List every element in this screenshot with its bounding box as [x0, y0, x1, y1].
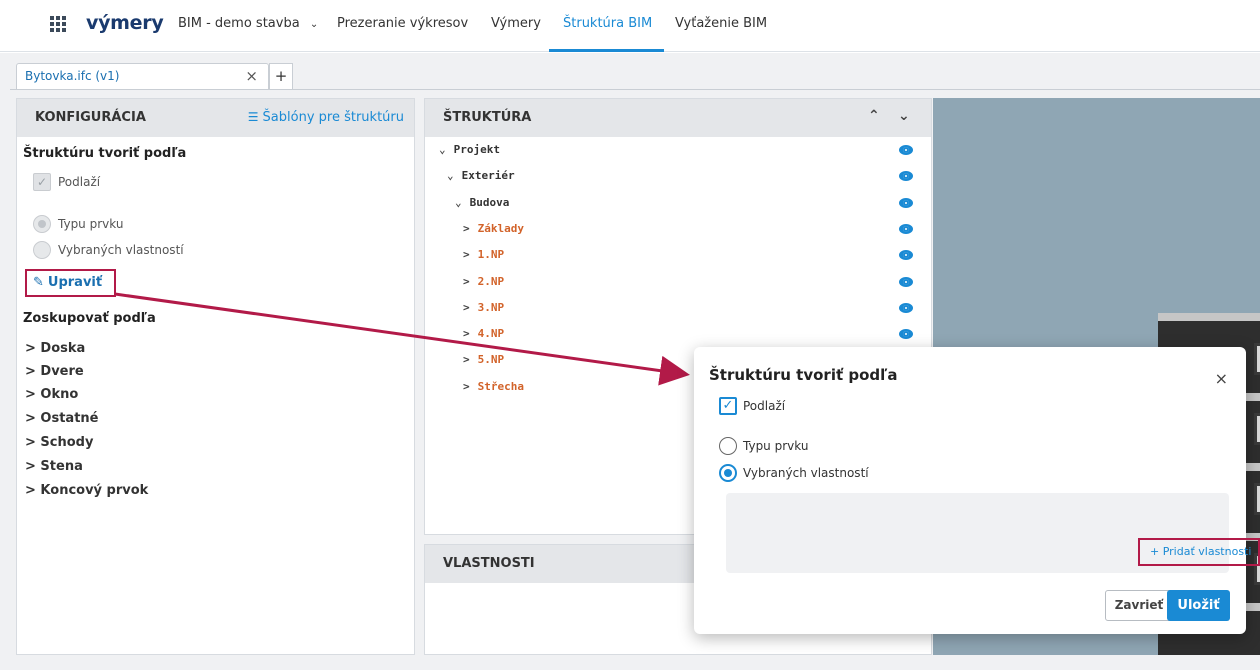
chevron-right-icon: > — [463, 274, 470, 288]
tree-node[interactable]: > Střecha — [463, 380, 524, 393]
type-label: Typu prvku — [58, 217, 124, 231]
close-icon[interactable]: × — [1215, 369, 1228, 388]
properties-title: VLASTNOSTI — [443, 556, 535, 571]
configuration-header: KONFIGURÁCIA ☰ Šablóny pre štruktúru — [17, 99, 414, 137]
modal-title: Štruktúru tvoriť podľa — [709, 366, 898, 384]
chevron-right-icon: > — [463, 221, 470, 235]
chevron-right-icon: > — [463, 248, 470, 262]
cancel-button[interactable]: Zavrieť — [1105, 590, 1173, 621]
templates-link-label: Šablóny pre štruktúru — [262, 110, 404, 125]
visibility-eye-icon[interactable] — [899, 302, 913, 313]
expand-all-icon[interactable]: ⌄ — [898, 108, 910, 124]
chevron-down-icon: ⌄ — [309, 19, 319, 30]
chevron-right-icon: > — [463, 353, 470, 367]
tree-node-label: 4.NP — [477, 327, 505, 341]
project-selector[interactable]: BIM - demo stavba ⌄ — [178, 16, 318, 31]
chevron-down-icon: ⌄ — [439, 143, 446, 156]
nav-item-quantities[interactable]: Výmery — [491, 16, 541, 31]
nav-item-bim-structure[interactable]: Štruktúra BIM — [563, 16, 652, 31]
pencil-icon: ✎ — [33, 275, 44, 290]
tree-node[interactable]: ⌄ Budova — [455, 196, 509, 209]
tree-node[interactable]: >5.NP — [463, 353, 504, 366]
tree-node[interactable]: >3.NP — [463, 301, 504, 314]
tree-node[interactable]: > Základy — [463, 222, 524, 235]
brand-logo[interactable]: výmery — [86, 12, 164, 34]
add-properties-link[interactable]: + Pridať vlastnosti — [1138, 538, 1260, 566]
group-item-okno[interactable]: > Okno — [25, 387, 78, 402]
tree-node-label: 3.NP — [477, 300, 505, 314]
visibility-eye-icon[interactable] — [899, 223, 913, 234]
active-tab-underline — [549, 49, 664, 52]
tree-node[interactable]: >2.NP — [463, 275, 504, 288]
visibility-eye-icon[interactable] — [899, 145, 913, 155]
configuration-title: KONFIGURÁCIA — [35, 110, 146, 125]
props-radio-disabled — [33, 241, 51, 259]
props-label: Vybraných vlastností — [58, 243, 184, 257]
edit-button[interactable]: ✎ Upraviť — [25, 269, 116, 297]
tree-node-label: Budova — [469, 195, 510, 209]
file-tab-name: Bytovka.ifc (v1) — [25, 69, 120, 83]
tree-node-label: 2.NP — [477, 274, 505, 288]
structure-title: ŠTRUKTÚRA — [443, 110, 532, 125]
top-navbar: výmery BIM - demo stavba ⌄ Prezeranie vý… — [0, 0, 1260, 52]
tree-node-label: 5.NP — [477, 353, 505, 367]
chevron-right-icon: > — [463, 300, 470, 314]
group-item-ostatne[interactable]: > Ostatné — [25, 411, 98, 426]
visibility-eye-icon[interactable] — [899, 197, 913, 208]
visibility-eye-icon[interactable] — [899, 171, 913, 182]
templates-link[interactable]: ☰ Šablóny pre štruktúru — [248, 110, 404, 125]
props-radio[interactable] — [719, 464, 737, 482]
chevron-down-icon: ⌄ — [447, 169, 454, 183]
save-button[interactable]: Uložiť — [1167, 590, 1230, 621]
visibility-eye-icon[interactable] — [899, 329, 913, 340]
collapse-all-icon[interactable]: ⌃ — [868, 108, 880, 124]
edit-button-label: Upraviť — [47, 275, 103, 290]
group-item-stena[interactable]: > Stena — [25, 459, 83, 474]
floors-checkbox[interactable]: ✓ — [719, 397, 737, 415]
chevron-right-icon: > — [463, 379, 470, 393]
tree-node[interactable]: >4.NP — [463, 327, 504, 340]
tree-node-label: Základy — [477, 221, 524, 235]
structure-modal: Štruktúru tvoriť podľa × ✓ Podlaží Typu … — [694, 347, 1260, 634]
group-item-doska[interactable]: > Doska — [25, 341, 85, 356]
visibility-eye-icon[interactable] — [899, 250, 913, 261]
group-item-koncovy-prvok[interactable]: > Koncový prvok — [25, 483, 148, 498]
build-by-heading: Štruktúru tvoriť podľa — [23, 146, 187, 161]
configuration-panel: KONFIGURÁCIA ☰ Šablóny pre štruktúru Štru… — [16, 98, 415, 655]
tree-node-label: 1.NP — [477, 248, 505, 262]
floors-label: Podlaží — [58, 175, 101, 189]
tree-node-label: Střecha — [477, 379, 524, 393]
nav-item-drawings[interactable]: Prezeranie výkresov — [337, 16, 468, 31]
chevron-down-icon: ⌄ — [455, 195, 462, 209]
structure-header: ŠTRUKTÚRA ⌃ ⌄ — [425, 99, 931, 137]
nav-item-bim-extraction[interactable]: Vyťaženie BIM — [675, 16, 767, 31]
tab-divider — [10, 89, 1260, 90]
close-icon[interactable]: × — [245, 67, 258, 85]
group-by-heading: Zoskupovať podľa — [23, 311, 156, 326]
modal-props-label: Vybraných vlastností — [743, 466, 869, 480]
modal-floors-label: Podlaží — [743, 399, 786, 413]
list-check-icon: ☰ — [247, 110, 259, 124]
group-item-schody[interactable]: > Schody — [25, 435, 93, 450]
tree-node-label: Exteriér — [461, 169, 515, 183]
tree-node[interactable]: ⌄ Exteriér — [447, 169, 515, 182]
tree-node[interactable]: ⌄ Projekt — [439, 143, 500, 156]
file-tab[interactable]: Bytovka.ifc (v1) × — [16, 63, 269, 89]
type-radio[interactable] — [719, 437, 737, 455]
tree-node-label: Projekt — [453, 143, 500, 156]
type-radio-disabled — [33, 215, 51, 233]
add-tab-button[interactable]: + — [269, 63, 293, 89]
properties-list-box: + Pridať vlastnosti — [726, 493, 1260, 573]
floors-checkbox-disabled: ✓ — [33, 173, 51, 191]
modal-type-label: Typu prvku — [743, 439, 809, 453]
visibility-eye-icon[interactable] — [899, 276, 913, 287]
group-item-dvere[interactable]: > Dvere — [25, 364, 84, 379]
project-selector-label: BIM - demo stavba — [178, 16, 300, 31]
apps-grid-icon[interactable] — [50, 16, 66, 32]
tree-node[interactable]: >1.NP — [463, 248, 504, 261]
chevron-right-icon: > — [463, 327, 470, 341]
